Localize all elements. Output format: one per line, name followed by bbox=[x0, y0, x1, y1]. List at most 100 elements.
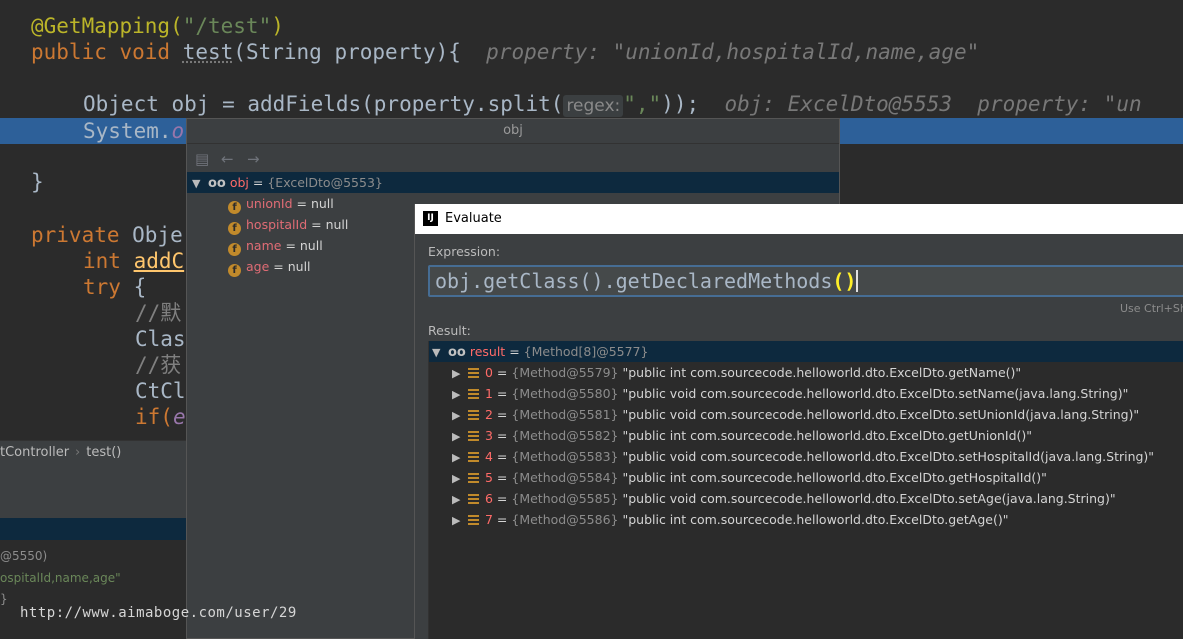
item-index: 0 bbox=[485, 365, 493, 380]
item-ref: {Method@5585} bbox=[511, 491, 619, 506]
code-text: e bbox=[172, 405, 186, 429]
collapse-icon[interactable]: ▶ bbox=[452, 468, 464, 489]
method-signature: (String property){ bbox=[233, 40, 461, 64]
item-ref: {Method@5582} bbox=[511, 428, 619, 443]
breadcrumb-item-class[interactable]: tController bbox=[0, 445, 69, 460]
code-line-9[interactable]: //默 bbox=[135, 300, 181, 326]
intellij-logo-icon: IJ bbox=[423, 211, 438, 226]
comment: //默 bbox=[135, 301, 182, 325]
result-label: Result: bbox=[428, 323, 471, 338]
result-root-row[interactable]: ▼ oo result = {Method[8]@5577} bbox=[429, 341, 1183, 362]
expand-icon[interactable]: ▼ bbox=[192, 173, 204, 194]
item-value: "public int com.sourcecode.helloworld.dt… bbox=[622, 428, 1033, 443]
evaluate-titlebar[interactable]: IJ Evaluate bbox=[415, 204, 1183, 234]
parameter-hint: regex: bbox=[563, 95, 624, 117]
result-tree[interactable]: ▼ oo result = {Method[8]@5577} ▶ 0 = {Met… bbox=[428, 341, 1183, 639]
popup-toolbar: ▤ ← → bbox=[187, 144, 839, 173]
field-value: = null bbox=[273, 259, 311, 274]
item-value: "public void com.sourcecode.helloworld.d… bbox=[622, 407, 1140, 422]
item-index: 6 bbox=[485, 491, 493, 506]
collapse-icon[interactable]: ▶ bbox=[452, 363, 464, 384]
method-entry-icon bbox=[468, 473, 479, 483]
code-line-2[interactable]: public void test(String property){ prope… bbox=[31, 39, 979, 65]
code-line-10[interactable]: Clas bbox=[135, 326, 186, 352]
forward-arrow-icon[interactable]: → bbox=[247, 150, 260, 168]
breadcrumb-separator: › bbox=[75, 445, 81, 460]
watch-icon: oo bbox=[447, 345, 466, 360]
item-value: "public void com.sourcecode.helloworld.d… bbox=[622, 449, 1155, 464]
item-value: "public int com.sourcecode.helloworld.dt… bbox=[622, 512, 1009, 527]
code-line-5[interactable]: } bbox=[31, 169, 44, 195]
folder-icon[interactable]: ▤ bbox=[195, 150, 209, 168]
keyword: if( bbox=[135, 405, 173, 429]
text-caret bbox=[856, 270, 859, 292]
result-item-row[interactable]: ▶ 7 = {Method@5586} "public int com.sourc… bbox=[429, 509, 1183, 530]
keyword: int bbox=[83, 249, 134, 273]
debug-selected-row[interactable] bbox=[0, 518, 186, 540]
keyword: private bbox=[31, 223, 133, 247]
result-item-row[interactable]: ▶ 6 = {Method@5585} "public void com.sour… bbox=[429, 488, 1183, 509]
breadcrumb-item-method[interactable]: test() bbox=[86, 445, 121, 460]
code-line-12[interactable]: CtCl bbox=[135, 378, 186, 404]
evaluate-dialog[interactable]: IJ Evaluate Expression: obj.getClass().g… bbox=[414, 204, 1183, 639]
result-item-row[interactable]: ▶ 3 = {Method@5582} "public int com.sourc… bbox=[429, 425, 1183, 446]
watch-icon: oo bbox=[207, 176, 226, 191]
debug-value-line: } bbox=[0, 592, 8, 606]
code-line-7[interactable]: int addC bbox=[83, 248, 184, 274]
method-entry-icon bbox=[468, 515, 479, 525]
expression-input[interactable]: obj.getClass().getDeclaredMethods() bbox=[428, 265, 1183, 297]
result-item-row[interactable]: ▶ 5 = {Method@5584} "public int com.sourc… bbox=[429, 467, 1183, 488]
debug-value-line: ospitalId,name,age" bbox=[0, 571, 121, 585]
result-item-row[interactable]: ▶ 0 = {Method@5579} "public int com.sourc… bbox=[429, 362, 1183, 383]
collapse-icon[interactable]: ▶ bbox=[452, 489, 464, 510]
string-literal: "," bbox=[623, 92, 662, 116]
inline-debug-value: property: "unionId,hospitalId,name,age" bbox=[486, 40, 980, 64]
code-line-4[interactable]: System.o bbox=[83, 118, 184, 144]
collapse-icon[interactable]: ▶ bbox=[452, 384, 464, 405]
field-value: = null bbox=[311, 217, 349, 232]
expand-icon[interactable]: ▼ bbox=[432, 342, 444, 363]
collapse-icon[interactable]: ▶ bbox=[452, 426, 464, 447]
tree-row-obj[interactable]: ▼ oo obj = {ExcelDto@5553} bbox=[187, 172, 839, 193]
debug-value-line: @5550) bbox=[0, 549, 48, 563]
code-text: )); bbox=[661, 92, 700, 116]
item-ref: {Method@5586} bbox=[511, 512, 619, 527]
shortcut-hint: Use Ctrl+Shi bbox=[1120, 302, 1183, 315]
item-ref: {Method@5580} bbox=[511, 386, 619, 401]
code-line-6[interactable]: private Obje bbox=[31, 222, 183, 248]
method-entry-icon bbox=[468, 410, 479, 420]
code-line-13[interactable]: if(e bbox=[135, 404, 186, 430]
code-text: Clas bbox=[135, 327, 186, 351]
item-index: 7 bbox=[485, 512, 493, 527]
dialog-title: Evaluate bbox=[445, 211, 502, 226]
collapse-icon[interactable]: ▶ bbox=[452, 447, 464, 468]
item-value: "public void com.sourcecode.helloworld.d… bbox=[622, 386, 1129, 401]
item-index: 5 bbox=[485, 470, 493, 485]
field-value: = null bbox=[296, 196, 334, 211]
code-line-11[interactable]: //获 bbox=[135, 352, 181, 378]
back-arrow-icon[interactable]: ← bbox=[221, 150, 234, 168]
code-line-3[interactable]: Object obj = addFields(property.split(re… bbox=[83, 91, 1142, 117]
field-name: name bbox=[246, 238, 282, 253]
keyword: public void bbox=[31, 40, 183, 64]
inline-debug-value: obj: ExcelDto@5553 property: "un bbox=[724, 92, 1142, 116]
code-text: CtCl bbox=[135, 379, 186, 403]
item-ref: {Method@5581} bbox=[511, 407, 619, 422]
collapse-icon[interactable]: ▶ bbox=[452, 510, 464, 531]
result-item-row[interactable]: ▶ 2 = {Method@5581} "public void com.sour… bbox=[429, 404, 1183, 425]
method-entry-icon bbox=[468, 494, 479, 504]
result-item-row[interactable]: ▶ 1 = {Method@5580} "public void com.sour… bbox=[429, 383, 1183, 404]
result-name: result bbox=[469, 344, 506, 359]
expression-label: Expression: bbox=[428, 244, 501, 259]
method-entry-icon bbox=[468, 389, 479, 399]
result-item-row[interactable]: ▶ 4 = {Method@5583} "public void com.sour… bbox=[429, 446, 1183, 467]
field-icon: f bbox=[228, 201, 241, 214]
string-literal: "/test" bbox=[182, 14, 272, 38]
code-text: Obje bbox=[132, 223, 183, 247]
collapse-icon[interactable]: ▶ bbox=[452, 405, 464, 426]
method-entry-icon bbox=[468, 431, 479, 441]
code-line-8[interactable]: try { bbox=[83, 274, 146, 300]
field-name: unionId bbox=[246, 196, 293, 211]
code-text: { bbox=[133, 275, 147, 299]
code-line-1[interactable]: @GetMapping("/test") bbox=[31, 13, 284, 39]
